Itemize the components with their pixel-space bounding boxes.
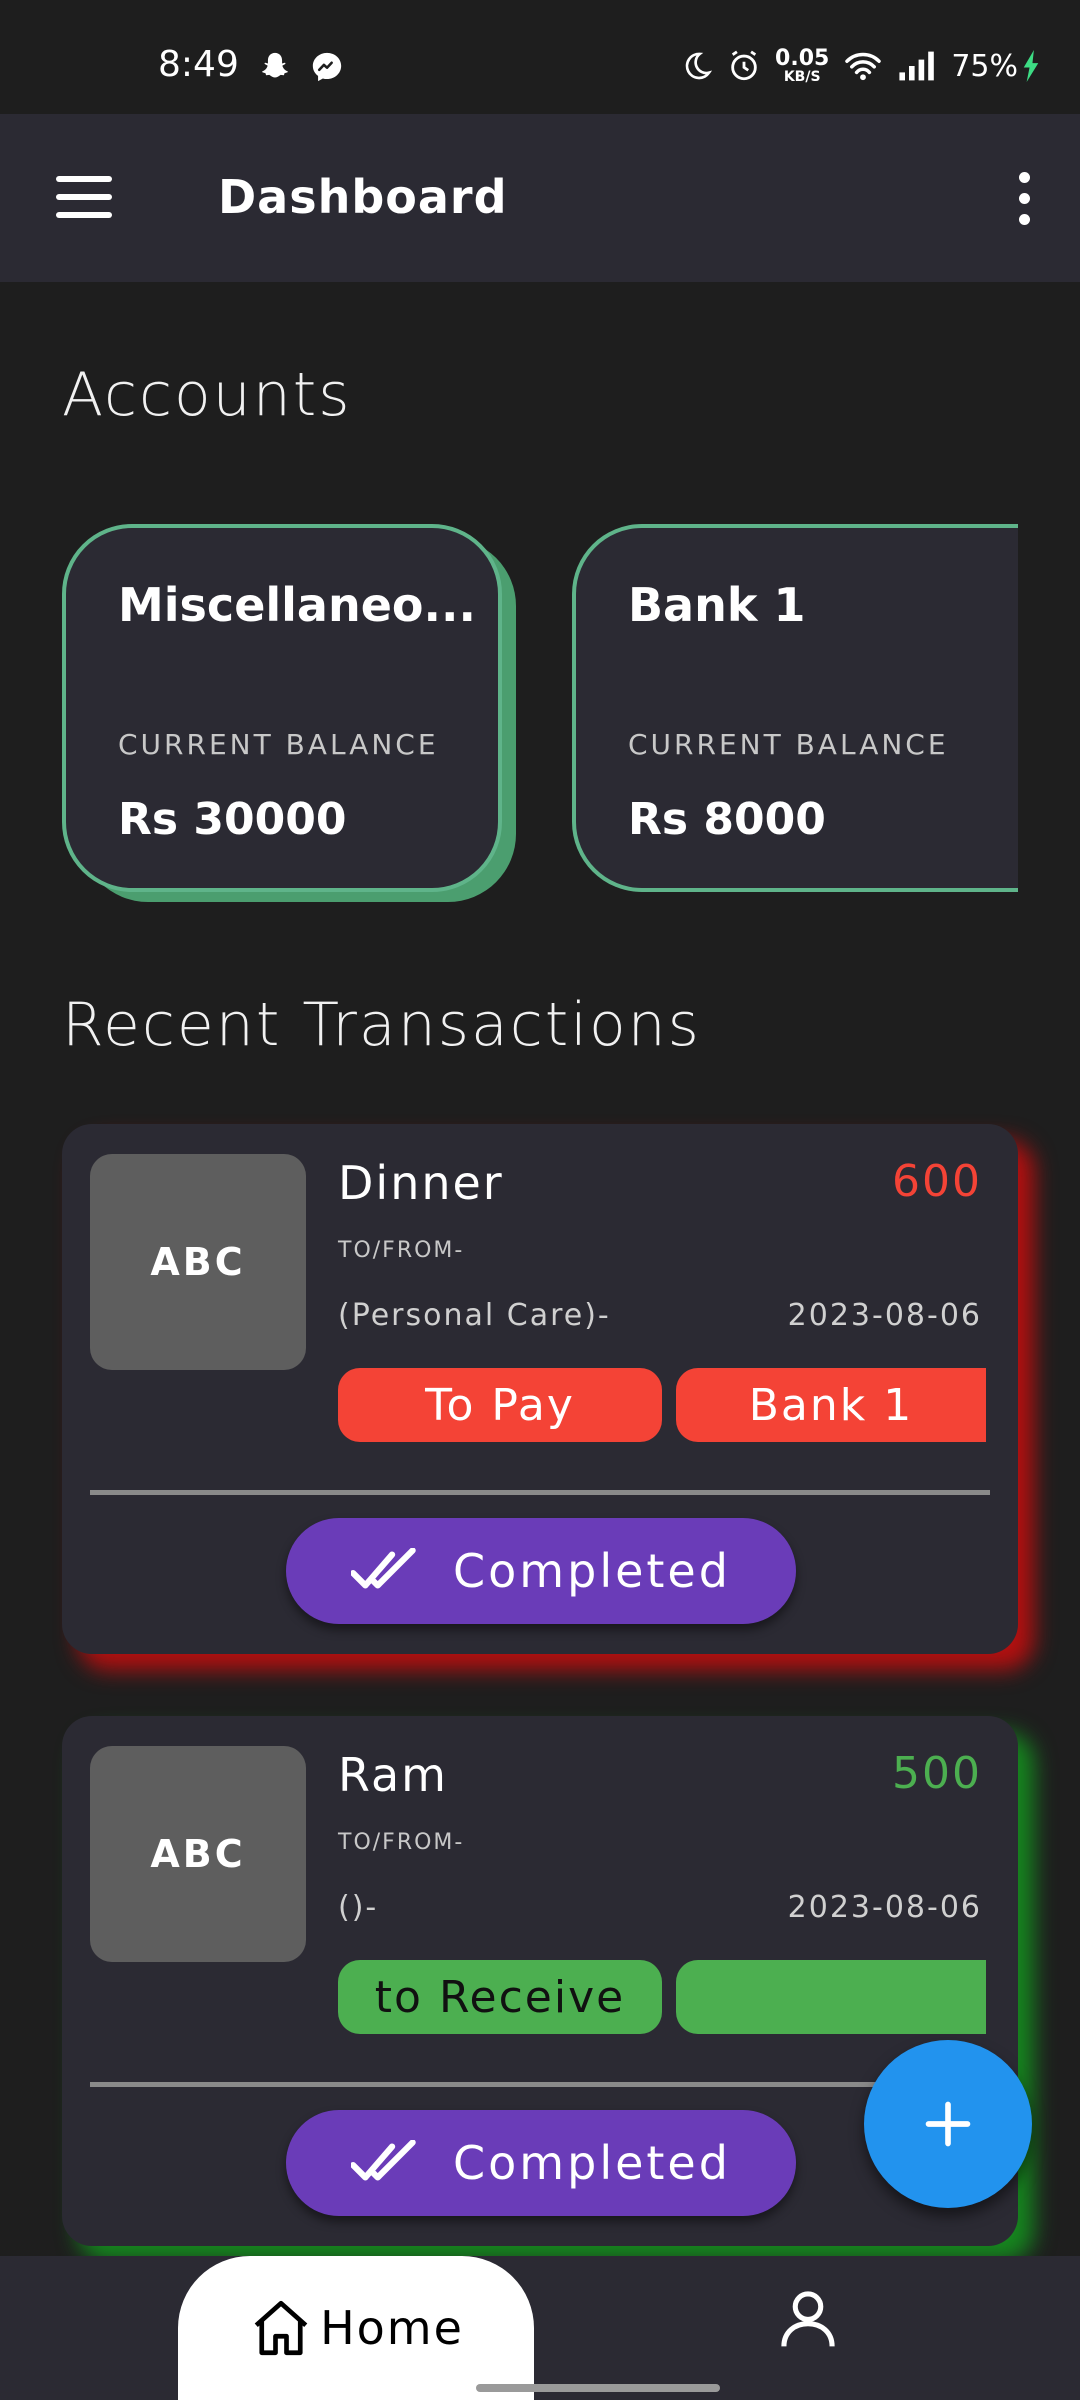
transaction-account-chip[interactable]: Bank 1 [676,1368,986,1442]
wifi-icon [845,52,882,81]
transaction-amount: 500 [892,1748,982,1799]
transaction-to-from: TO/FROM- [338,1830,465,1855]
status-completed-button[interactable]: Completed [286,2110,796,2216]
done-all-icon [351,2140,416,2181]
transaction-thumbnail: ABC [90,1746,306,1962]
messenger-icon [312,52,342,82]
status-icons: 0.05 KB/S 75% [681,44,1040,88]
account-card-bank-1[interactable]: Bank 1 CURRENT BALANCE Rs 8000 [572,524,1018,892]
more-dot [1019,172,1030,183]
data-speed: 0.05 KB/S [775,46,830,85]
home-icon [254,2300,308,2356]
page-title: Dashboard [218,170,508,224]
transaction-to-from: TO/FROM- [338,1238,465,1263]
accounts-heading: Accounts [62,360,352,430]
data-speed-unit: KB/S [783,69,821,85]
signal-icon [899,51,935,81]
account-name: Miscellaneo... [118,578,476,632]
alarm-icon [731,50,757,81]
more-options-button[interactable] [1012,172,1036,226]
more-dot [1019,193,1030,204]
account-name: Bank 1 [628,578,806,632]
done-all-icon [351,1548,416,1589]
menu-icon-line [56,212,112,218]
transaction-category: (Personal Care)- [338,1298,611,1333]
status-completed-button[interactable]: Completed [286,1518,796,1624]
recent-transactions-heading: Recent Transactions [62,990,701,1060]
transaction-name: Ram [338,1748,448,1802]
transaction-category: ()- [338,1890,379,1925]
transaction-card[interactable]: ABC Dinner 600 TO/FROM- (Personal Care)-… [62,1124,1018,1654]
nav-home-label: Home [320,2301,464,2355]
divider [90,1490,990,1495]
menu-icon-line [56,176,112,182]
data-speed-value: 0.05 [775,46,830,71]
more-dot [1019,214,1030,225]
account-card-miscellaneous[interactable]: Miscellaneo... CURRENT BALANCE Rs 30000 [62,524,502,892]
transaction-thumbnail: ABC [90,1154,306,1370]
transaction-type-chip[interactable]: To Pay [338,1368,662,1442]
app-bar: Dashboard [0,114,1080,282]
menu-icon-line [56,194,112,200]
status-label: Completed [453,1544,731,1598]
nav-home-tab[interactable]: Home [178,2256,534,2400]
person-icon[interactable] [774,2284,842,2352]
transaction-name: Dinner [338,1156,504,1210]
account-balance: Rs 8000 [628,794,826,845]
transaction-date: 2023-08-06 [787,1298,982,1333]
transaction-date: 2023-08-06 [787,1890,982,1925]
gesture-handle [476,2384,720,2392]
menu-button[interactable] [56,176,112,220]
divider [90,2082,990,2087]
transaction-type-chip[interactable]: to Receive [338,1960,662,2034]
status-bar: 8:49 0.05 KB/S 75% [0,0,1080,114]
status-time: 8:49 [158,44,239,85]
snapchat-icon [262,52,288,78]
add-transaction-button[interactable] [864,2040,1032,2208]
account-balance: Rs 30000 [118,794,347,845]
transaction-account-chip[interactable] [676,1960,986,2034]
bottom-nav: Home [0,2256,1080,2400]
current-balance-label: CURRENT BALANCE [118,728,439,761]
battery-percent: 75% [951,48,1018,84]
transaction-amount: 600 [892,1156,982,1207]
moon-icon [685,52,713,80]
plus-icon [925,2101,971,2147]
current-balance-label: CURRENT BALANCE [628,728,949,761]
status-label: Completed [453,2136,731,2190]
charging-bolt-icon [1023,50,1039,82]
